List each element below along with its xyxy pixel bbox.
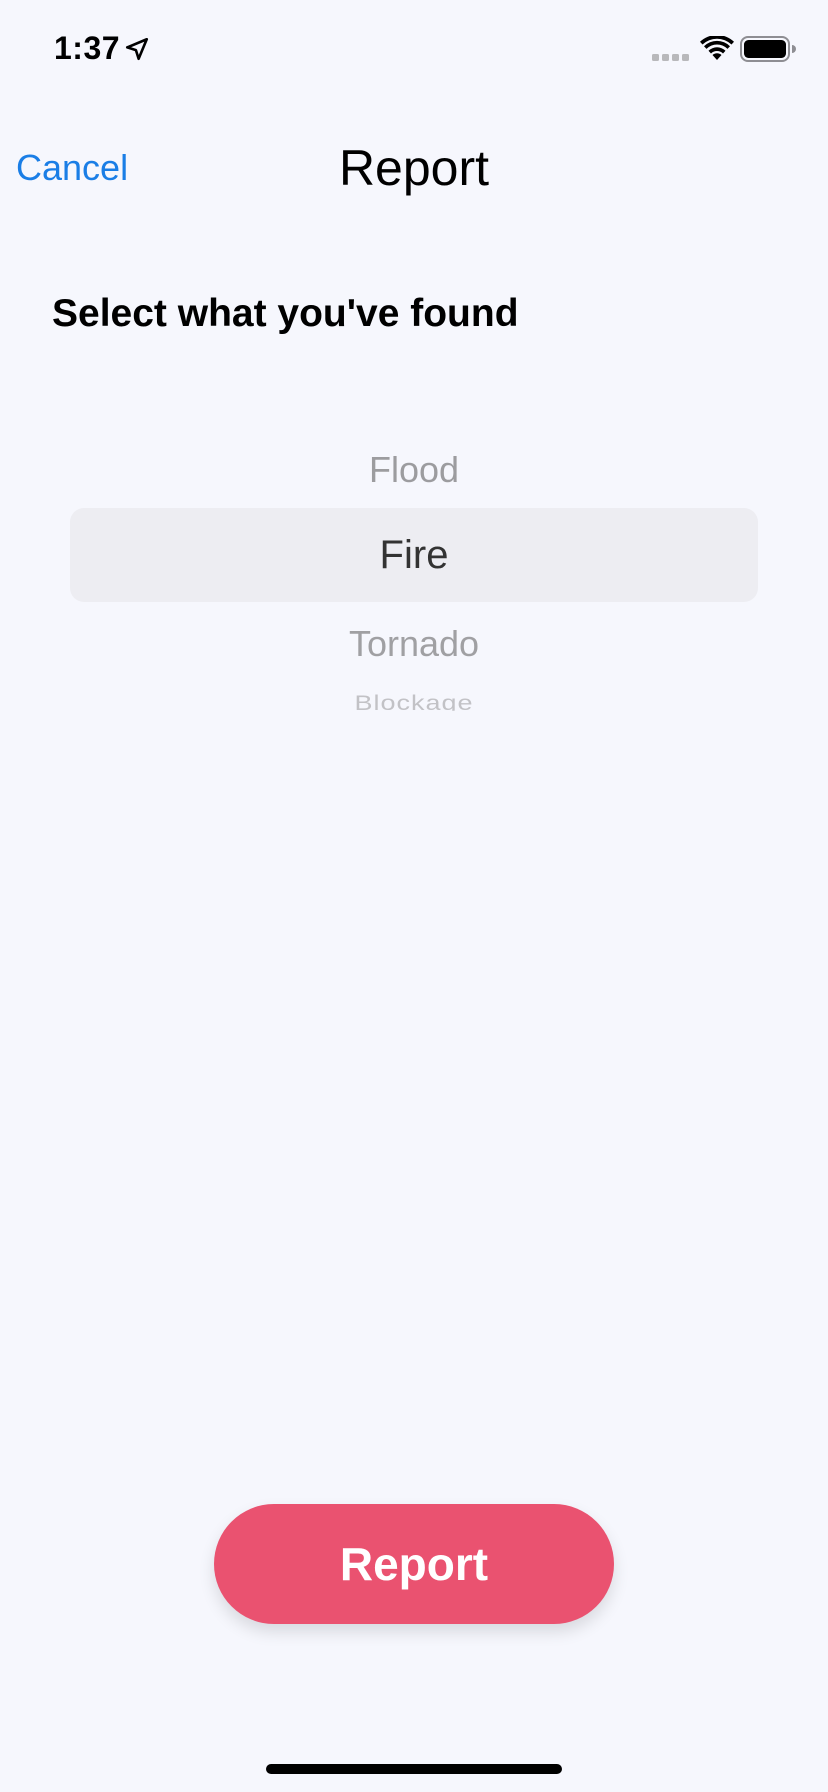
hazard-type-picker[interactable]: Flood Fire Tornado Blockage (70, 430, 758, 740)
section-heading: Select what you've found (52, 292, 519, 335)
report-screen: 1:37 Cancel Report Select what you've fo… (0, 0, 828, 1792)
status-bar: 1:37 (0, 0, 828, 100)
home-indicator[interactable] (266, 1764, 562, 1774)
picker-option-blockage[interactable]: Blockage (70, 692, 758, 711)
battery-icon (740, 36, 796, 62)
report-button[interactable]: Report (214, 1504, 614, 1624)
page-title: Report (338, 140, 490, 196)
picker-option-flood[interactable]: Flood (70, 448, 758, 492)
location-arrow-icon (125, 37, 149, 61)
status-time: 1:37 (54, 30, 121, 66)
cellular-signal-icon (652, 54, 689, 61)
picker-option-fire-selected[interactable]: Fire (70, 530, 758, 580)
wifi-icon (700, 36, 734, 60)
picker-option-tornado[interactable]: Tornado (70, 622, 758, 666)
